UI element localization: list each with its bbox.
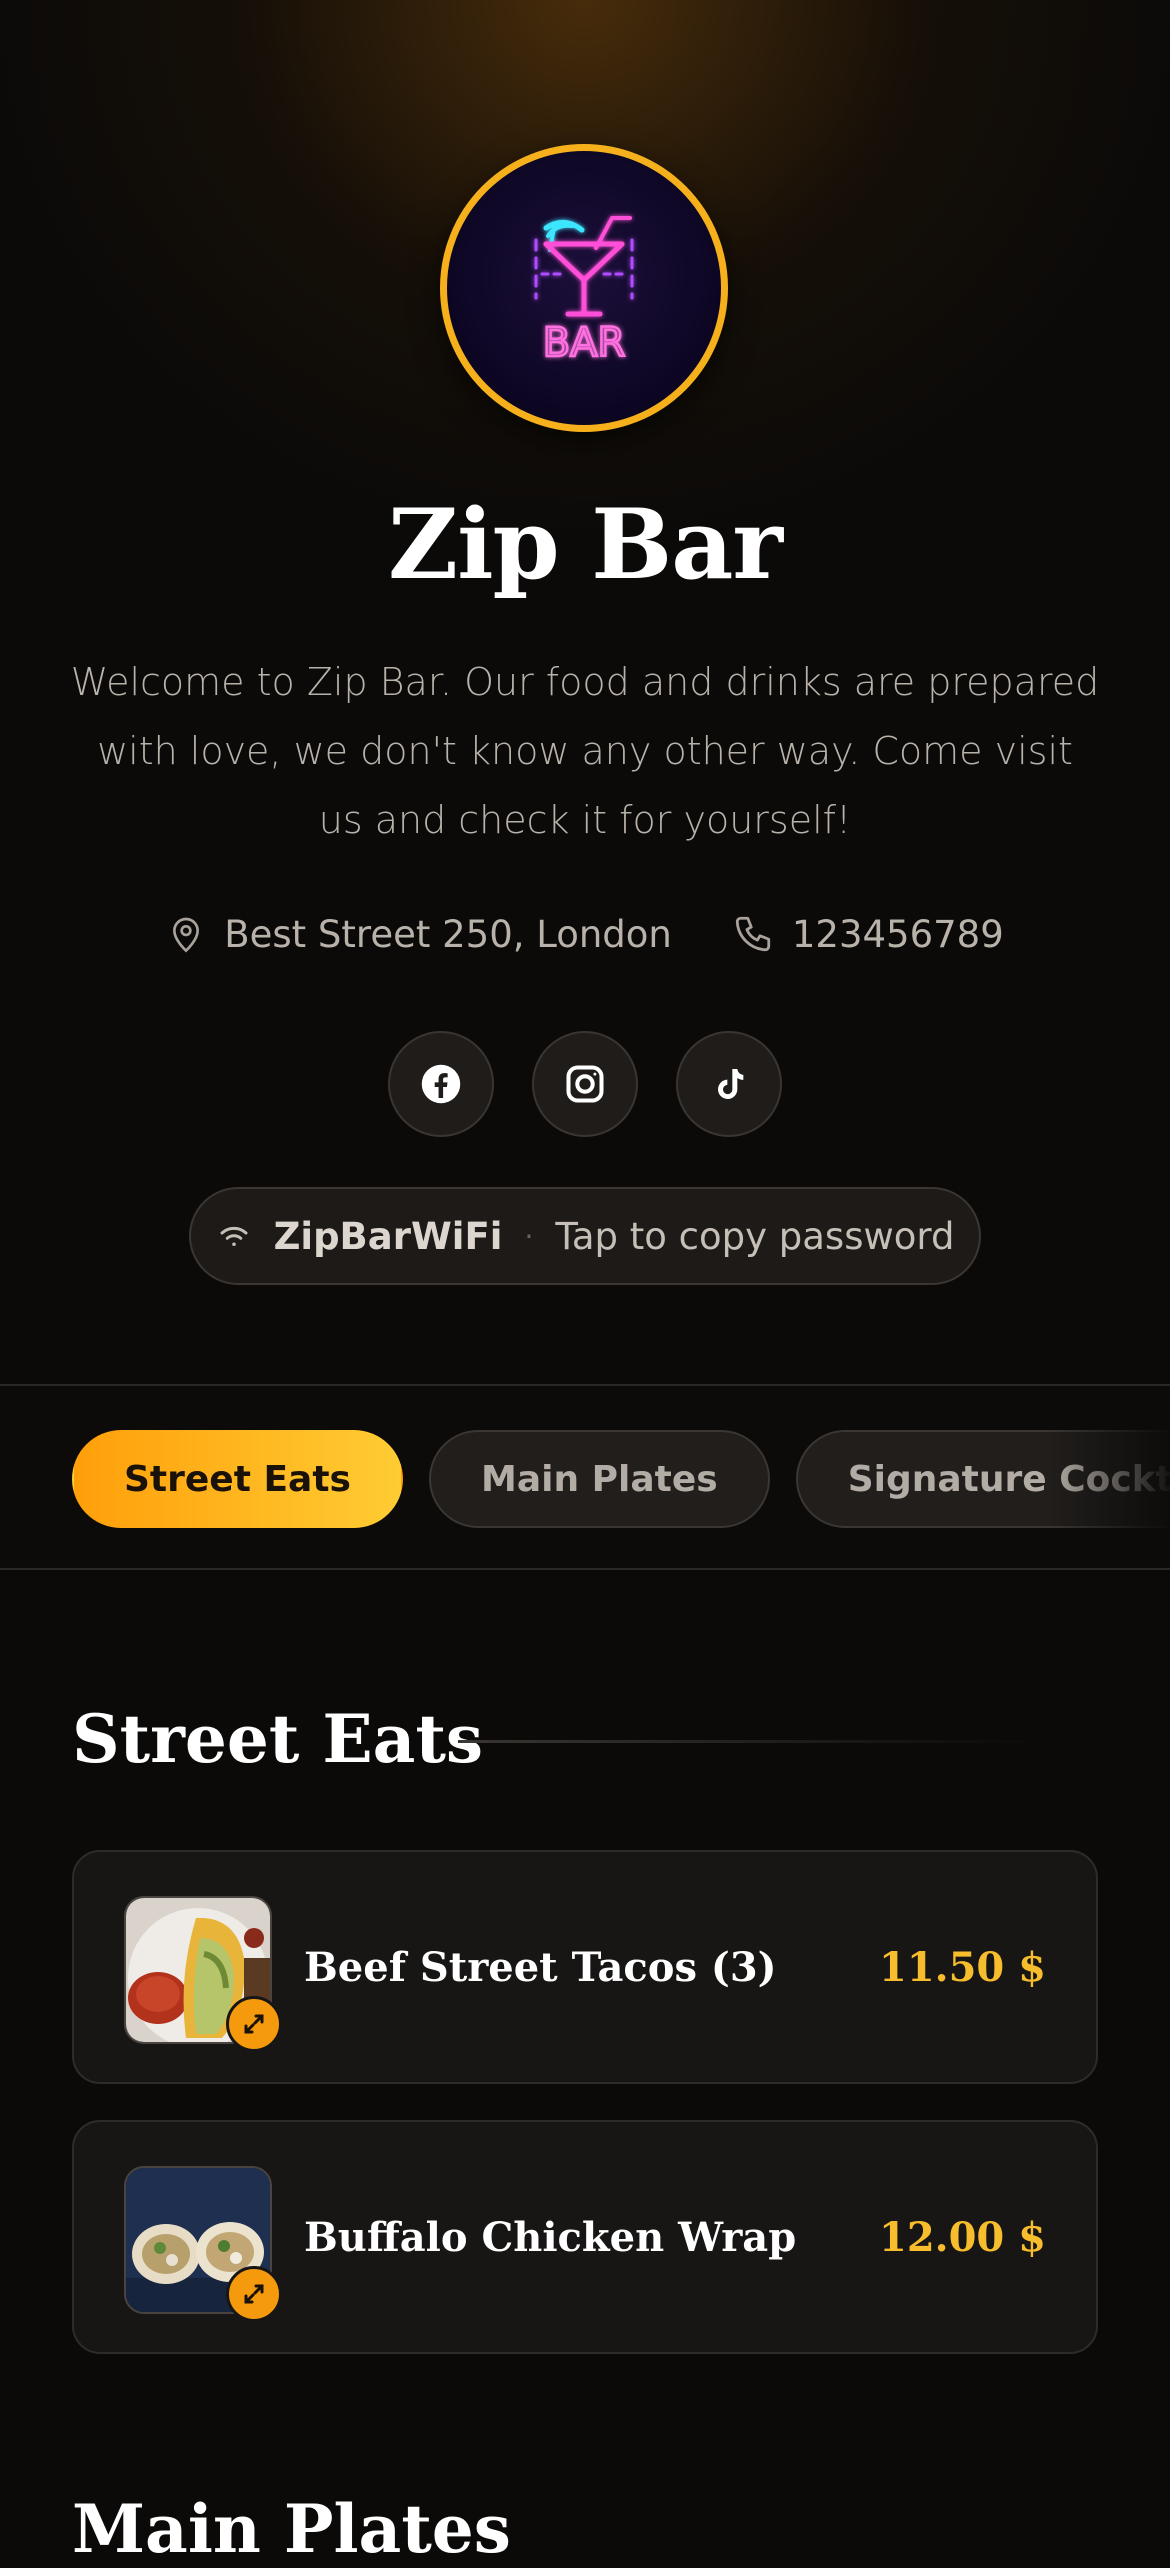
tab-street-eats[interactable]: Street Eats (72, 1430, 403, 1528)
section-title-main-plates: Main Plates (72, 2490, 511, 2568)
venue-logo: BAR (440, 144, 728, 432)
wifi-separator: · (524, 1219, 534, 1253)
item-name: Buffalo Chicken Wrap (304, 2213, 797, 2261)
phone-icon (735, 916, 771, 952)
venue-description: Welcome to Zip Bar. Our food and drinks … (70, 660, 1100, 842)
tiktok-button[interactable] (676, 1031, 782, 1137)
menu-item-card[interactable]: Beef Street Tacos (3) 11.50 $ (72, 1850, 1098, 2084)
expand-image-button[interactable] (226, 1996, 282, 2052)
section-title-street-eats: Street Eats (72, 1700, 484, 1778)
item-name: Beef Street Tacos (3) (304, 1943, 777, 1991)
category-tabs-bar: Street Eats Main Plates Signature Cockta… (0, 1384, 1170, 1570)
expand-icon (244, 2284, 264, 2304)
tiktok-icon (718, 1069, 744, 1099)
phone-link[interactable]: 123456789 (732, 912, 1004, 956)
address-link[interactable]: Best Street 250, London (166, 912, 672, 956)
neon-cocktail-bar-icon: BAR (534, 216, 634, 367)
tabs-scroll-fade (1050, 1386, 1170, 1568)
expand-image-button[interactable] (226, 2266, 282, 2322)
category-tabs: Street Eats Main Plates Signature Cockta… (72, 1430, 1170, 1528)
menu-item-card[interactable]: Buffalo Chicken Wrap 12.00 $ (72, 2120, 1098, 2354)
expand-icon (244, 2014, 264, 2034)
wifi-copy-button[interactable]: ZipBarWiFi · Tap to copy password (189, 1187, 981, 1285)
item-price: 12.00 $ (878, 2213, 1046, 2261)
address-text: Best Street 250, London (224, 912, 672, 956)
phone-text: 123456789 (791, 912, 1004, 956)
section-divider (458, 1740, 1038, 1743)
wifi-copy-label: Tap to copy password (555, 1214, 955, 1258)
wifi-network-name: ZipBarWiFi (273, 1214, 503, 1258)
social-links (0, 1031, 1170, 1137)
map-pin-icon (173, 917, 200, 953)
venue-title: Zip Bar (387, 488, 783, 601)
facebook-button[interactable] (388, 1031, 494, 1137)
instagram-icon (566, 1065, 604, 1103)
instagram-button[interactable] (532, 1031, 638, 1137)
wifi-icon (220, 1226, 248, 1247)
facebook-icon (421, 1064, 461, 1104)
tab-main-plates[interactable]: Main Plates (429, 1430, 770, 1528)
contact-info: Best Street 250, London 123456789 (0, 912, 1170, 956)
svg-text:BAR: BAR (543, 320, 626, 366)
item-price: 11.50 $ (878, 1943, 1046, 1991)
